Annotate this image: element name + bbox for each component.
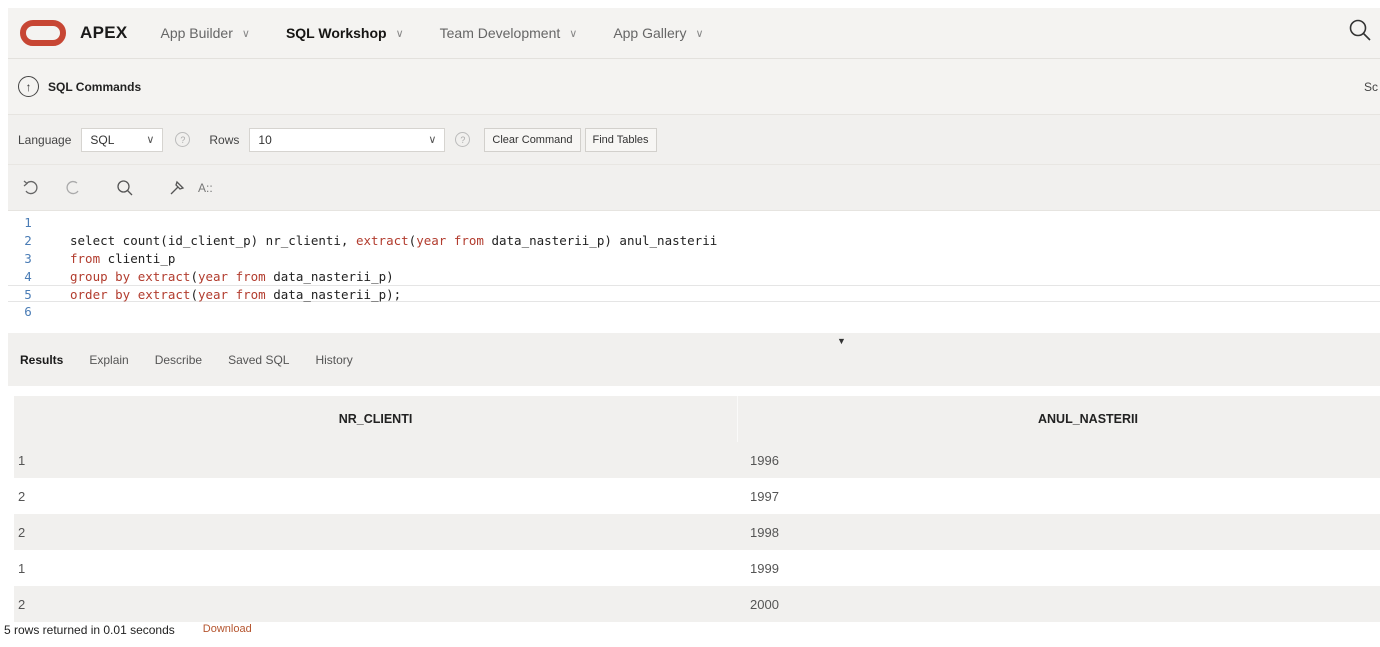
redo-icon[interactable] (64, 179, 82, 197)
find-icon[interactable] (116, 179, 134, 197)
rows-label: Rows (209, 132, 240, 147)
oracle-logo-icon[interactable] (20, 20, 66, 46)
nav-app-gallery[interactable]: App Gallery ∨ (613, 25, 703, 41)
table-cell: 2 (18, 596, 26, 612)
wrench-icon[interactable] (168, 179, 186, 197)
table-cell: 1996 (750, 452, 779, 468)
results-tabbar: ▼ Results Explain Describe Saved SQL His… (8, 333, 1380, 386)
arrow-up-icon[interactable]: ↑ (18, 76, 39, 97)
help-icon[interactable]: ? (175, 132, 191, 147)
undo-icon[interactable] (22, 179, 40, 197)
table-cell: 2 (18, 488, 26, 504)
chevron-down-icon: ∨ (395, 27, 404, 40)
editor-line: 4 group by extract(year from data_naster… (8, 268, 1380, 285)
table-cell: 1998 (750, 524, 779, 540)
line-number: 5 (24, 287, 32, 302)
code-text: group by extract(year from data_nasterii… (70, 269, 394, 284)
results-table: NR_CLIENTI ANUL_NASTERII 1 1996 2 1997 2… (14, 396, 1380, 622)
code-text: select count(id_client_p) nr_clienti, ex… (70, 233, 718, 248)
language-select-value: SQL (90, 132, 115, 147)
find-tables-button[interactable]: Find Tables (584, 127, 657, 152)
editor-line: 6 (8, 303, 1380, 320)
tab-results[interactable]: Results (20, 353, 63, 367)
autocomplete-icon[interactable]: A:: (198, 181, 213, 195)
page-header: ↑ SQL Commands Sc (8, 58, 1380, 114)
chevron-down-icon: ∨ (428, 134, 437, 146)
nav-item-label: Team Development (439, 25, 561, 41)
table-cell: 2 (18, 524, 26, 540)
tab-describe[interactable]: Describe (155, 353, 202, 367)
editor-line: 1 (8, 214, 1380, 231)
chevron-down-icon: ∨ (146, 134, 155, 146)
page-header-right-link[interactable]: Sc (1364, 80, 1378, 94)
table-row: 1 1999 (14, 550, 1380, 586)
clear-command-button[interactable]: Clear Command (484, 127, 581, 152)
column-header-anul-nasterii: ANUL_NASTERII (1037, 412, 1138, 426)
line-number: 1 (24, 215, 32, 230)
chevron-down-icon: ∨ (241, 27, 250, 40)
rows-select[interactable]: 10 ∨ (249, 127, 446, 152)
download-link[interactable]: Download (203, 623, 252, 637)
editor-toolbar: A:: (8, 164, 1380, 210)
results-footer: 5 rows returned in 0.01 seconds Download (4, 623, 252, 637)
editor-line: 3 from clienti_p (8, 250, 1380, 267)
table-cell: 1997 (750, 488, 779, 504)
code-text: order by extract(year from data_nasterii… (70, 287, 402, 302)
page-title: SQL Commands (48, 79, 142, 94)
table-header: NR_CLIENTI ANUL_NASTERII (14, 396, 1380, 442)
results-tabs: Results Explain Describe Saved SQL Histo… (8, 333, 353, 386)
code-text: from clienti_p (70, 251, 176, 266)
line-number: 6 (24, 304, 32, 319)
code-editor[interactable]: 1 2 select count(id_client_p) nr_clienti… (8, 210, 1380, 333)
nav-item-label: App Gallery (613, 25, 687, 41)
line-number: 4 (24, 269, 32, 284)
tab-explain[interactable]: Explain (89, 353, 128, 367)
column-header-nr-clienti: NR_CLIENTI (14, 396, 738, 442)
line-number: 3 (24, 251, 32, 266)
line-number: 2 (24, 233, 32, 248)
top-nav: APEX App Builder ∨ SQL Workshop ∨ Team D… (8, 8, 1380, 58)
nav-sql-workshop[interactable]: SQL Workshop ∨ (286, 25, 404, 41)
table-cell: 1999 (750, 560, 779, 576)
brand-name[interactable]: APEX (80, 23, 128, 43)
nav-item-label: SQL Workshop (285, 25, 387, 41)
editor-line: 2 select count(id_client_p) nr_clienti, … (8, 232, 1380, 249)
table-cell: 1 (18, 560, 26, 576)
chevron-down-icon: ∨ (569, 27, 578, 40)
rows-returned-status: 5 rows returned in 0.01 seconds (4, 623, 175, 637)
nav-app-builder[interactable]: App Builder ∨ (161, 25, 250, 41)
tab-saved-sql[interactable]: Saved SQL (228, 353, 289, 367)
nav-item-label: App Builder (160, 25, 233, 41)
table-cell: 1 (18, 452, 26, 468)
table-cell: 2000 (750, 596, 779, 612)
language-label: Language (18, 132, 72, 147)
tab-history[interactable]: History (315, 353, 352, 367)
splitter-handle-icon[interactable]: ▼ (837, 336, 846, 346)
table-row: 2 1998 (14, 514, 1380, 550)
table-row: 2 2000 (14, 586, 1380, 622)
rows-select-value: 10 (258, 132, 272, 147)
search-icon[interactable] (1348, 18, 1372, 42)
help-icon[interactable]: ? (455, 132, 471, 147)
command-toolbar: Language SQL ∨ ? Rows 10 ∨ ? Clear Comma… (8, 114, 1380, 164)
nav-team-development[interactable]: Team Development ∨ (440, 25, 578, 41)
chevron-down-icon: ∨ (695, 27, 704, 40)
table-row: 2 1997 (14, 478, 1380, 514)
language-select[interactable]: SQL ∨ (81, 127, 164, 152)
editor-line-active: 5 order by extract(year from data_naster… (8, 285, 1380, 302)
table-row: 1 1996 (14, 442, 1380, 478)
